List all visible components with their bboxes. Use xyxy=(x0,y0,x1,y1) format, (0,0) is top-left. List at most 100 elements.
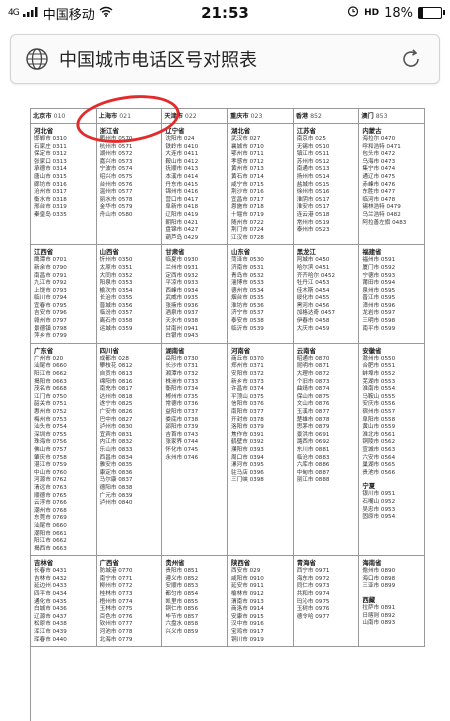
city-code-entry: 唐山市 0315 xyxy=(34,173,67,180)
province-block: 甘肃省 临夏市 0930 兰州市 0931 定西市 0932 平凉市 0933 西峰市 0… xyxy=(162,245,229,343)
city-code-entry: 怀化市 0745 xyxy=(165,446,199,453)
province-name: 宁夏 xyxy=(362,482,376,491)
city-code-entry: 南通市 0513 xyxy=(296,166,330,173)
city-code-entry: 茂名市 0668 xyxy=(34,386,67,393)
province-name: 贵州省 xyxy=(165,559,185,568)
city-code-entry: 长治市 0355 xyxy=(99,295,133,302)
city-code-entry: 桂林市 0773 xyxy=(99,591,133,598)
top-city-cell: 上海市 021 xyxy=(97,109,163,123)
province-block: 山东省 菏泽市 0530 济南市 0531 青岛市 0532 淄博市 0533 德州市 0… xyxy=(228,245,294,343)
city-code-entry: 阳泉市 0353 xyxy=(99,280,133,287)
city-code-entry: 荆沙市 0716 xyxy=(231,189,264,196)
province-name: 陕西省 xyxy=(231,559,251,568)
city-code-entry: 濮阳市 0393 xyxy=(231,446,264,453)
city-code-entry: 济宁市 0537 xyxy=(231,310,264,317)
province-name: 四川省 xyxy=(99,346,119,355)
province-block: 吉林省 长春市 0431 吉林市 0432 延边州 0433 四平市 0434 通化市 0… xyxy=(31,556,97,647)
city-code-entry: 儋州市 0890 xyxy=(362,568,396,575)
city-code-entry: 钦州市 0777 xyxy=(99,621,133,628)
city-code-entry: 盘锦市 0427 xyxy=(165,227,199,234)
city-code-entry: 铜仁市 0856 xyxy=(165,606,199,613)
city-code-entry: 忻州市 0350 xyxy=(99,257,133,264)
city-code-entry: 邯郸市 0310 xyxy=(34,136,67,142)
city-code-entry: 贵池市 0566 xyxy=(362,469,396,476)
city-code: 853 xyxy=(375,113,388,120)
province-name: 云南省 xyxy=(296,346,316,355)
city-code-entry: 鄂州市 0711 xyxy=(231,151,264,158)
city-code-entry: 黄山市 0559 xyxy=(362,424,396,431)
city-code-entry: 加格达奇 0457 xyxy=(296,310,336,317)
city-code-entry: 信阳市 0376 xyxy=(231,401,264,408)
city-code-entry: 固原市 0954 xyxy=(362,514,396,521)
city-code-entry: 鹤壁市 0392 xyxy=(231,439,264,446)
city-code-entry: 湖州市 0572 xyxy=(99,151,133,158)
city-code-entry: 宝鸡市 0917 xyxy=(231,629,264,636)
top-city-cell: 重庆市 023 xyxy=(228,109,294,123)
city-code-entry: 宁波市 0574 xyxy=(99,166,133,173)
city-code-entry: 漯河市 0395 xyxy=(231,462,264,469)
status-right: HD 18% xyxy=(347,5,445,21)
city-code-entry: 蚌埠市 0552 xyxy=(362,371,396,378)
city-code-entry: 扬州市 0514 xyxy=(296,173,330,180)
city-code-entry: 云浮市 0766 xyxy=(34,500,67,507)
city-code-entry: 南京市 025 xyxy=(296,136,326,142)
city-code-entry: 三明市 0598 xyxy=(362,318,396,325)
city-code-entry: 潮阳市 0661 xyxy=(34,530,67,537)
reload-icon[interactable] xyxy=(399,47,423,71)
city-code-entry: 徐州市 0516 xyxy=(296,189,330,196)
top-city-cell: 香港 852 xyxy=(294,109,360,123)
city-code-entry: 大连市 0411 xyxy=(165,151,199,158)
city-code-entry: 广安市 0826 xyxy=(99,409,133,415)
city-code-entry: 大庆市 0459 xyxy=(296,325,330,332)
city-code-entry: 绥化市 0455 xyxy=(296,295,330,302)
city-code-entry: 韶关市 0751 xyxy=(34,401,67,408)
city-code-entry: 南充市 0817 xyxy=(99,386,133,393)
city-code-entry: 南昌市 0791 xyxy=(34,272,67,279)
province-name: 广东省 xyxy=(34,346,54,355)
province-name: 湖南省 xyxy=(165,346,185,355)
province-block: 广东省 广州市 020 汕尾市 0660 阳江市 0662 揭阳市 0663 茂名市 06… xyxy=(31,343,97,556)
city-code-entry: 武威市 0935 xyxy=(165,295,199,302)
city-code-entry: 保定市 0312 xyxy=(34,151,67,158)
province-block: 河北省 邯郸市 0310 石家庄 0311 保定市 0312 张家口 0313 承德市 0… xyxy=(31,124,97,245)
city-code-entry: 新余市 0790 xyxy=(34,264,67,271)
city-code-entry: 荆门市 0724 xyxy=(231,227,264,234)
city-name: 香港 xyxy=(295,113,309,120)
city-code-entry: 榆林市 0912 xyxy=(231,591,264,598)
city-code-entry: 汕头市 0754 xyxy=(34,424,67,431)
city-code-entry: 自贡市 0813 xyxy=(99,371,133,378)
city-code-entry: 张家界 0744 xyxy=(165,439,199,446)
city-code-entry: 泸州市 0840 xyxy=(99,500,133,507)
city-code-entry: 萍乡市 0799 xyxy=(34,333,67,340)
city-code-entry: 大同市 0352 xyxy=(99,272,133,279)
province-block: 浙江省 衢州市 0570 杭州市 0571 湖州市 0572 嘉兴市 0573 宁波市 0… xyxy=(97,124,163,245)
city-code-entry: 吉安市 0796 xyxy=(34,310,67,317)
city-code-entry: 运城市 0359 xyxy=(99,325,133,332)
province-block: 福建省 福州市 0591 厦门市 0592 宁德市 0593 莆田市 0594 泉州市 0… xyxy=(359,245,425,343)
city-code-entry: 白银市 0943 xyxy=(165,333,199,340)
city-code: 022 xyxy=(184,113,197,120)
city-code-entry: 延安市 0911 xyxy=(231,583,264,590)
province-name: 内蒙古 xyxy=(362,127,382,135)
city-code-entry: 牡丹江 0453 xyxy=(296,280,330,287)
city-code-entry: 太原市 0351 xyxy=(99,264,133,271)
city-code-entry: 淮南市 0554 xyxy=(362,386,396,393)
province-row: 广东省 广州市 020 汕尾市 0660 阳江市 0662 揭阳市 0663 茂名市 06… xyxy=(31,343,425,557)
hd-badge: HD xyxy=(364,8,380,18)
city-code-entry: 柳州市 0772 xyxy=(99,583,133,590)
city-code-entry: 莆田市 0594 xyxy=(362,280,396,287)
city-code-entry: 汉中市 0916 xyxy=(231,621,264,628)
city-code-entry: 镇江市 0511 xyxy=(296,151,330,158)
city-code-entry: 遂宁市 0825 xyxy=(99,401,133,408)
city-code-entry: 鹰潭市 0701 xyxy=(34,257,67,264)
city-code-entry: 马尔康 0837 xyxy=(99,477,133,484)
city-code-entry: 天水市 0938 xyxy=(165,318,199,325)
province-name: 山西省 xyxy=(99,248,119,257)
city-code-entry: 松原市 0438 xyxy=(34,621,67,628)
city-code-entry: 酒泉市 0937 xyxy=(165,310,199,317)
city-code-entry: 长春市 0431 xyxy=(34,568,67,575)
city-code-entry: 葫芦岛 0429 xyxy=(165,234,199,241)
address-bar[interactable]: 中国城市电话区号对照表 xyxy=(10,34,440,84)
city-code-entry: 哈尔滨 0451 xyxy=(296,264,330,271)
city-code-entry: 齐齐哈尔 0452 xyxy=(296,272,336,279)
